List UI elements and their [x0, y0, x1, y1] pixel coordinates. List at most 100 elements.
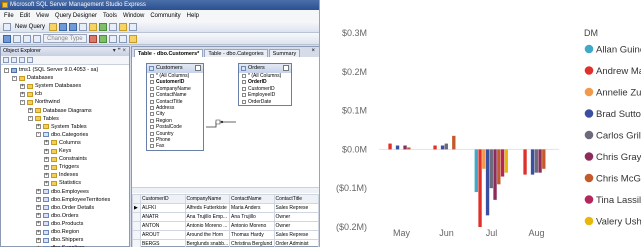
add-derived-table-icon[interactable]	[128, 34, 137, 43]
tree-node[interactable]: + dbo.Products	[36, 220, 83, 228]
expand-icon[interactable]: +	[36, 213, 41, 219]
menu-help[interactable]: Help	[187, 13, 199, 19]
row-selector[interactable]	[132, 221, 141, 231]
menu-query-designer[interactable]: Query Designer	[55, 13, 97, 19]
tree-node[interactable]: + Keys	[44, 147, 71, 155]
column-checkbox[interactable]	[242, 99, 246, 104]
tree-node[interactable]: + Statistics	[44, 179, 81, 187]
tree-node[interactable]: + dbo.Orders	[36, 212, 79, 220]
tree-node[interactable]: + dbo.Region	[36, 228, 79, 236]
group-by-icon[interactable]	[108, 34, 117, 43]
column-checkbox[interactable]	[242, 86, 246, 91]
grid-cell[interactable]: Ana Trujillo	[229, 212, 275, 222]
grid-cell[interactable]: ANTON	[140, 221, 186, 231]
refresh-icon[interactable]	[19, 57, 25, 63]
grid-cell[interactable]: Alfreds Futterkiste	[184, 203, 230, 213]
tree-node[interactable]: + Constraints	[44, 155, 87, 163]
column-checkbox[interactable]	[150, 105, 154, 110]
tree-node[interactable]: + dbo.Shippers	[36, 236, 83, 244]
expand-icon[interactable]: +	[36, 189, 41, 194]
menu-view[interactable]: View	[36, 13, 49, 19]
show-diagram-icon[interactable]	[3, 34, 11, 43]
grid-cell[interactable]: Thomas Hardy	[229, 230, 275, 240]
template-icon[interactable]	[119, 22, 128, 31]
collapse-icon[interactable]: -	[20, 99, 25, 105]
grid-cell[interactable]: Antonio Moreno	[229, 221, 275, 231]
row-selector[interactable]	[132, 230, 141, 240]
grid-column-header[interactable]: CustomerID	[140, 194, 186, 204]
close-tab-icon[interactable]: ×	[311, 48, 315, 54]
column-checkbox[interactable]	[242, 93, 246, 98]
table-row[interactable]: ANTON Antonio Moreno ... Antonio Moreno Own…	[132, 221, 319, 231]
expand-icon[interactable]: +	[36, 205, 41, 211]
object-explorer-icon[interactable]	[99, 22, 108, 31]
panel-pin-icon[interactable]: ▾ ꟸ ×	[113, 47, 126, 56]
column-checkbox[interactable]	[150, 99, 154, 104]
toolbox-icon[interactable]	[129, 22, 138, 31]
diagram-pane[interactable]: Customers * (All Columns) CustomerID Compa…	[132, 57, 319, 187]
grid-cell[interactable]: BERGS	[140, 239, 186, 247]
tab-summary[interactable]: Summary	[268, 49, 301, 57]
orders-table-box[interactable]: Orders * (All Columns) OrderID CustomerID E…	[238, 63, 292, 106]
tree-node[interactable]: - Northwind	[20, 98, 60, 106]
column-checkbox[interactable]	[242, 74, 246, 78]
collapse-icon[interactable]: -	[4, 67, 9, 73]
grid-cell[interactable]: Owner	[273, 221, 319, 231]
expand-icon[interactable]: +	[20, 83, 25, 89]
column-checkbox[interactable]	[150, 86, 154, 91]
grid-cell[interactable]: Ana Trujillo Emp...	[184, 212, 230, 222]
expand-icon[interactable]: +	[44, 180, 49, 186]
menu-community[interactable]: Community	[150, 13, 180, 19]
show-criteria-icon[interactable]	[13, 34, 21, 43]
customers-table-box[interactable]: Customers * (All Columns) CustomerID Compa…	[146, 63, 204, 151]
tree-node[interactable]: + System Databases	[20, 82, 81, 90]
orders-table-header[interactable]: Orders	[239, 64, 291, 73]
expand-icon[interactable]: +	[20, 91, 25, 97]
show-sql-icon[interactable]	[23, 34, 31, 43]
grid-cell[interactable]: Owner	[273, 212, 319, 222]
pane-splitter[interactable]	[132, 187, 319, 193]
column-row[interactable]: Fax	[147, 143, 203, 149]
expand-icon[interactable]: +	[44, 164, 49, 170]
change-type-dropdown[interactable]: Change Type	[43, 34, 87, 43]
grid-cell[interactable]: Around the Horn	[184, 230, 230, 240]
grid-cell[interactable]: AROUT	[140, 230, 186, 240]
column-checkbox[interactable]	[150, 74, 154, 78]
expand-icon[interactable]: +	[36, 124, 41, 130]
grid-column-header[interactable]: ContactName	[229, 194, 275, 204]
tree-node[interactable]: + dbo.Employees	[36, 188, 89, 196]
collapse-icon[interactable]: -	[28, 116, 33, 122]
tree-node[interactable]: - Databases	[12, 74, 53, 82]
save-all-icon[interactable]	[69, 22, 78, 31]
menu-window[interactable]: Window	[123, 13, 144, 19]
grid-cell[interactable]: Sales Represe	[273, 203, 319, 213]
collapse-icon[interactable]: -	[12, 75, 17, 81]
column-checkbox[interactable]	[150, 93, 154, 98]
column-checkbox[interactable]	[150, 80, 154, 85]
connect-icon[interactable]	[3, 57, 9, 63]
row-selector[interactable]	[132, 212, 141, 222]
expand-icon[interactable]: +	[36, 197, 41, 203]
tab-customers[interactable]: Table - dbo.Customers*	[134, 49, 204, 57]
grid-cell[interactable]: Maria Anders	[229, 203, 275, 213]
filter-icon[interactable]	[27, 57, 33, 63]
grid-cell[interactable]: Antonio Moreno ...	[184, 221, 230, 231]
grid-column-header[interactable]: CompanyName	[184, 194, 230, 204]
customers-table-header[interactable]: Customers	[147, 64, 203, 73]
row-selector[interactable]: ▶	[132, 203, 141, 213]
tree-node[interactable]: + dbo.EmployeeTerritories	[36, 196, 110, 204]
expand-icon[interactable]: +	[44, 148, 49, 154]
grid-cell[interactable]: ALFKI	[140, 203, 186, 213]
minimize-icon[interactable]	[283, 65, 289, 71]
expand-icon[interactable]: +	[44, 140, 49, 146]
expand-icon[interactable]: +	[28, 108, 33, 113]
expand-icon[interactable]: +	[36, 237, 41, 243]
table-row[interactable]: ANATR Ana Trujillo Emp... Ana Trujillo Owne…	[132, 212, 319, 222]
column-checkbox[interactable]	[150, 125, 154, 130]
tree-node[interactable]: - dbo.Categories	[36, 131, 88, 139]
save-icon[interactable]	[59, 22, 68, 31]
expand-icon[interactable]: +	[44, 172, 49, 178]
tree-node[interactable]: - tms1 (SQL Server 9.0.4053 - sa)	[4, 66, 98, 74]
grid-cell[interactable]: Berglunds snabb...	[184, 239, 230, 247]
column-checkbox[interactable]	[150, 131, 154, 136]
